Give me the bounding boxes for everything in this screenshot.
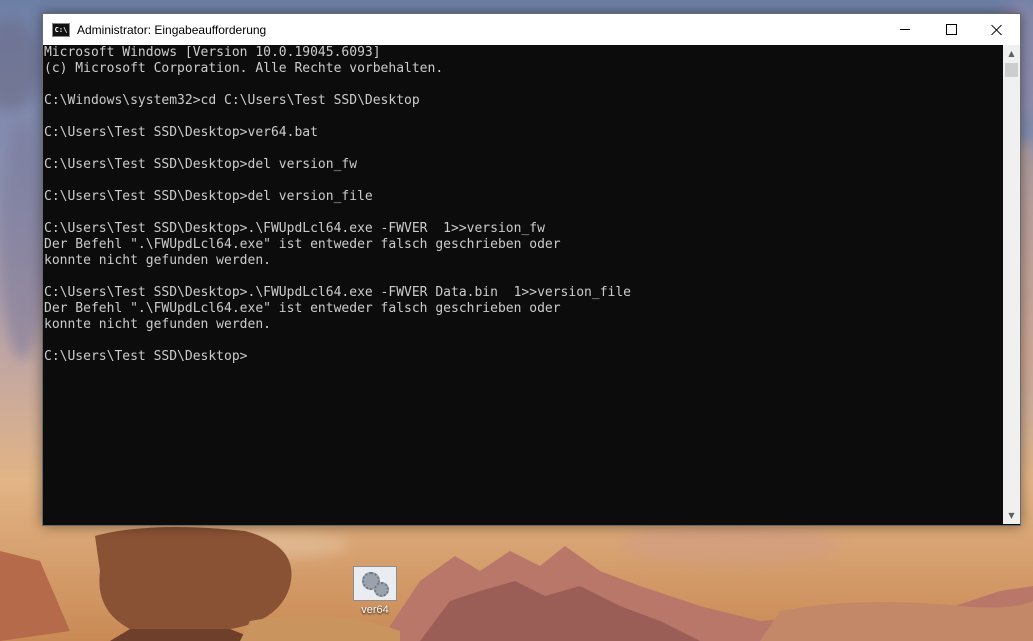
console-prompt[interactable]: C:\Users\Test SSD\Desktop>: [44, 349, 1003, 365]
console-line: konnte nicht gefunden werden.: [44, 317, 271, 332]
close-icon: [991, 24, 1003, 36]
console-line: C:\Users\Test SSD\Desktop>.\FWUpdLcl64.e…: [44, 221, 545, 236]
vertical-scrollbar[interactable]: ▲ ▼: [1003, 45, 1020, 524]
console-line: C:\Users\Test SSD\Desktop>.\FWUpdLcl64.e…: [44, 285, 631, 300]
scroll-up-icon[interactable]: ▲: [1003, 45, 1020, 62]
desktop-shortcut-ver64[interactable]: ver64: [347, 566, 403, 616]
console-line: C:\Users\Test SSD\Desktop>del version_fw: [44, 157, 358, 172]
title-bar[interactable]: C:\ Administrator: Eingabeaufforderung: [43, 14, 1020, 45]
maximize-icon: [945, 24, 957, 35]
mountain-scenery: [0, 527, 1033, 641]
minimize-icon: [900, 29, 910, 30]
console-line: C:\Users\Test SSD\Desktop>ver64.bat: [44, 125, 318, 140]
minimize-button[interactable]: [882, 14, 928, 45]
console-line: konnte nicht gefunden werden.: [44, 253, 271, 268]
console-line: Der Befehl ".\FWUpdLcl64.exe" ist entwed…: [44, 237, 561, 252]
window-title: Administrator: Eingabeaufforderung: [77, 22, 267, 37]
batch-file-icon: [353, 566, 397, 601]
console-output[interactable]: Microsoft Windows [Version 10.0.19045.60…: [43, 45, 1003, 524]
cmd-icon[interactable]: C:\: [52, 22, 70, 37]
cmd-window[interactable]: C:\ Administrator: Eingabeaufforderung M…: [42, 13, 1021, 526]
console-line: Microsoft Windows [Version 10.0.19045.60…: [44, 45, 381, 60]
scroll-down-icon[interactable]: ▼: [1003, 507, 1020, 524]
maximize-button[interactable]: [928, 14, 974, 45]
scrollbar-thumb[interactable]: [1005, 63, 1018, 77]
desktop-icon-label: ver64: [361, 604, 389, 616]
close-button[interactable]: [974, 14, 1020, 45]
console-line: (c) Microsoft Corporation. Alle Rechte v…: [44, 61, 444, 76]
console-line: C:\Windows\system32>cd C:\Users\Test SSD…: [44, 93, 420, 108]
console-line: Der Befehl ".\FWUpdLcl64.exe" ist entwed…: [44, 301, 561, 316]
console-line: C:\Users\Test SSD\Desktop>del version_fi…: [44, 189, 373, 204]
